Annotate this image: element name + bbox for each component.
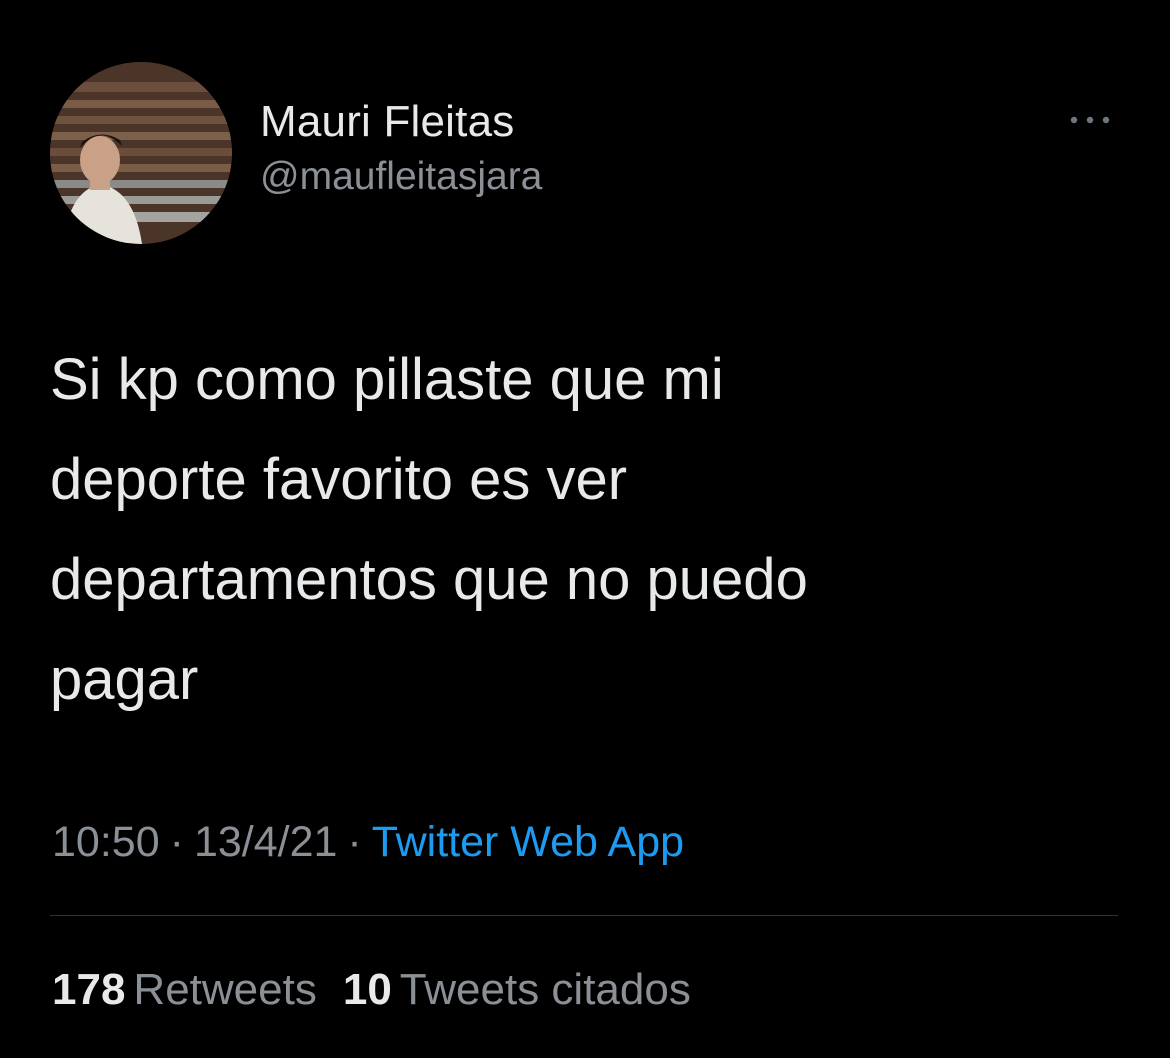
quote-tweets-stat[interactable]: 10 Tweets citados (343, 965, 691, 1014)
quote-tweets-count: 10 (342, 965, 392, 1014)
retweets-label: Retweets (133, 965, 317, 1014)
more-horizontal-icon (1070, 116, 1110, 124)
avatar[interactable] (50, 62, 232, 244)
divider (50, 915, 1118, 916)
author-handle[interactable]: @maufleitasjara (260, 152, 542, 202)
retweets-count: 178 (52, 965, 126, 1014)
author-block: Mauri Fleitas @maufleitasjara (260, 96, 542, 202)
tweet-text: Si kp como pillaste que mi deporte favor… (50, 347, 808, 712)
meta-separator: · (347, 818, 362, 866)
more-options-button[interactable] (1062, 100, 1118, 140)
tweet-time[interactable]: 10:50 (52, 818, 160, 866)
retweets-stat[interactable]: 178 Retweets (52, 965, 317, 1014)
meta-separator: · (169, 818, 184, 866)
tweet-card: Mauri Fleitas @maufleitasjara Si kp como… (0, 0, 1170, 1058)
tweet-source-link[interactable]: Twitter Web App (372, 818, 684, 866)
author-display-name[interactable]: Mauri Fleitas (260, 96, 542, 148)
tweet-stats: 178 Retweets 10 Tweets citados (52, 960, 717, 1020)
tweet-meta: 10:50 · 13/4/21 · Twitter Web App (52, 812, 684, 872)
tweet-date[interactable]: 13/4/21 (194, 818, 337, 866)
quote-tweets-label: Tweets citados (399, 965, 691, 1014)
profile-photo-icon (50, 62, 232, 244)
